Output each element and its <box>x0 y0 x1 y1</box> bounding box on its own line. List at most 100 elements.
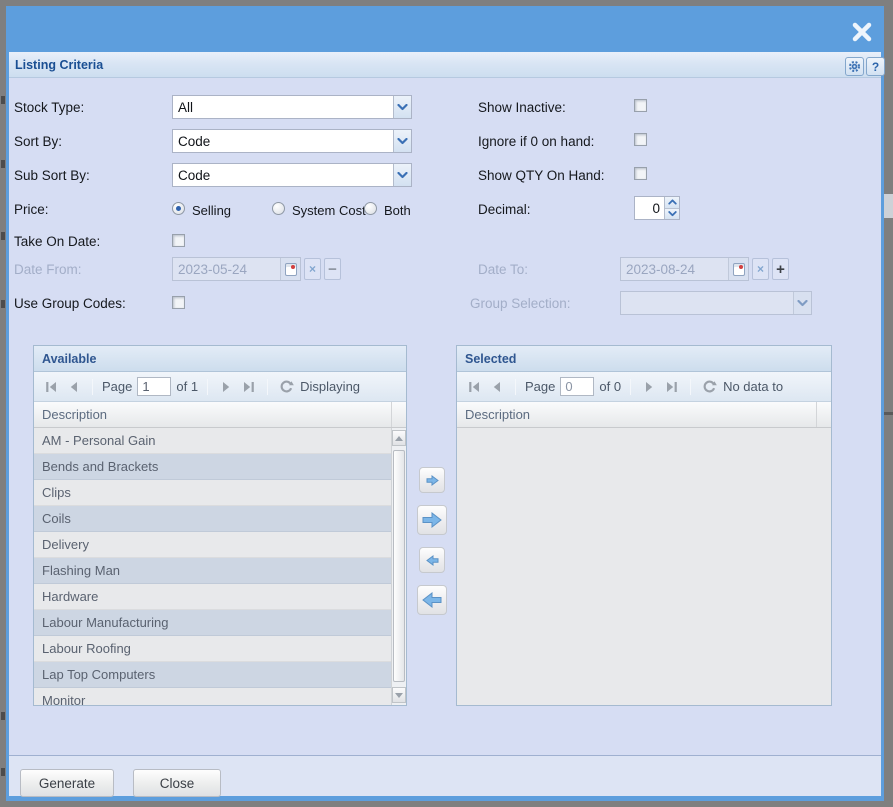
price-radio-both[interactable] <box>364 202 377 215</box>
list-item[interactable]: Hardware <box>34 584 406 610</box>
list-item[interactable]: Lap Top Computers <box>34 662 406 688</box>
page-edge-fragment <box>1 300 5 308</box>
generate-button[interactable]: Generate <box>20 769 114 797</box>
help-icon[interactable]: ? <box>866 57 885 76</box>
close-button[interactable]: Close <box>133 769 221 797</box>
scroll-up-icon[interactable] <box>392 430 406 446</box>
last-page-icon[interactable] <box>240 378 258 396</box>
chevron-down-icon[interactable] <box>393 96 411 118</box>
remove-all-icon[interactable] <box>417 585 447 615</box>
date-from-minus-button[interactable]: − <box>324 258 341 280</box>
toolbar-separator <box>92 379 93 395</box>
list-item[interactable]: Labour Manufacturing <box>34 610 406 636</box>
help-glyph: ? <box>872 60 879 74</box>
spinner-up-icon[interactable] <box>665 197 679 209</box>
chevron-down-icon[interactable] <box>793 292 811 314</box>
chevron-down-icon[interactable] <box>393 164 411 186</box>
selected-paging-toolbar: Page of 0 No data to <box>457 372 831 402</box>
price-radio-system-cost[interactable] <box>272 202 285 215</box>
show-inactive-checkbox[interactable] <box>634 99 647 112</box>
refresh-icon[interactable] <box>277 378 295 396</box>
group-selection-input[interactable] <box>621 292 793 314</box>
ignore-if-zero-checkbox[interactable] <box>634 133 647 146</box>
page-edge-fragment <box>1 712 5 720</box>
scroll-down-icon[interactable] <box>392 687 406 703</box>
list-item[interactable]: AM - Personal Gain <box>34 428 406 454</box>
gear-icon[interactable] <box>845 57 864 76</box>
toolbar-separator <box>630 379 631 395</box>
list-item[interactable]: Delivery <box>34 532 406 558</box>
date-to-field[interactable] <box>620 257 749 281</box>
list-item[interactable]: Labour Roofing <box>34 636 406 662</box>
next-page-icon[interactable] <box>640 378 658 396</box>
next-page-icon[interactable] <box>217 378 235 396</box>
show-qty-checkbox[interactable] <box>634 167 647 180</box>
page-scrollbar-fragment <box>884 194 893 218</box>
sub-sort-by-input[interactable] <box>173 164 393 186</box>
page-label: Page <box>102 379 132 394</box>
date-from-label: Date From: <box>14 262 82 277</box>
minus-glyph: − <box>328 262 337 277</box>
first-page-icon[interactable] <box>42 378 60 396</box>
list-item[interactable]: Clips <box>34 480 406 506</box>
scrollbar-thumb[interactable] <box>393 450 405 682</box>
refresh-icon[interactable] <box>700 378 718 396</box>
price-radio-selling[interactable] <box>172 202 185 215</box>
sort-by-combo[interactable] <box>172 129 412 153</box>
add-selected-icon[interactable] <box>419 467 445 493</box>
date-to-label: Date To: <box>478 262 528 277</box>
plus-glyph: + <box>776 262 785 277</box>
list-item[interactable]: Monitor <box>34 688 406 705</box>
available-grid-body: AM - Personal Gain Bends and Brackets Cl… <box>34 428 406 705</box>
list-item[interactable]: Flashing Man <box>34 558 406 584</box>
toolbar-separator <box>267 379 268 395</box>
prev-page-icon[interactable] <box>488 378 506 396</box>
first-page-icon[interactable] <box>465 378 483 396</box>
price-label: Price: <box>14 202 49 217</box>
date-from-clear-icon[interactable]: × <box>304 258 321 280</box>
page-edge-fragment <box>1 768 5 776</box>
remove-selected-icon[interactable] <box>419 547 445 573</box>
list-item[interactable]: Bends and Brackets <box>34 454 406 480</box>
chevron-down-icon[interactable] <box>393 130 411 152</box>
date-to-clear-icon[interactable]: × <box>752 258 769 280</box>
available-column-header[interactable]: Description <box>34 402 406 428</box>
page-edge-fragment <box>884 412 893 415</box>
ignore-if-zero-label: Ignore if 0 on hand: <box>478 134 594 149</box>
group-selection-combo[interactable] <box>620 291 812 315</box>
calendar-icon[interactable] <box>728 258 748 280</box>
sub-sort-by-label: Sub Sort By: <box>14 168 90 183</box>
sort-by-input[interactable] <box>173 130 393 152</box>
stock-type-input[interactable] <box>173 96 393 118</box>
background-page: Listing Criteria ? Stock Type: Sort By: … <box>0 0 893 807</box>
last-page-icon[interactable] <box>663 378 681 396</box>
date-from-field[interactable] <box>172 257 301 281</box>
take-on-date-checkbox[interactable] <box>172 234 185 247</box>
page-number-input[interactable] <box>137 377 171 396</box>
paging-status: No data to <box>723 379 783 394</box>
prev-page-icon[interactable] <box>65 378 83 396</box>
calendar-icon[interactable] <box>280 258 300 280</box>
date-from-input[interactable] <box>173 258 280 280</box>
close-icon[interactable] <box>849 19 875 45</box>
use-group-codes-checkbox[interactable] <box>172 296 185 309</box>
selected-column-header[interactable]: Description <box>457 402 831 428</box>
selected-grid-body <box>457 428 831 705</box>
page-number-input[interactable] <box>560 377 594 396</box>
decimal-input[interactable] <box>635 197 664 219</box>
column-divider <box>816 402 817 427</box>
show-inactive-label: Show Inactive: <box>478 100 566 115</box>
stock-type-combo[interactable] <box>172 95 412 119</box>
decimal-spinner[interactable] <box>634 196 680 220</box>
clear-glyph: × <box>309 262 316 276</box>
paging-status: Displaying <box>300 379 360 394</box>
spinner-down-icon[interactable] <box>665 209 679 220</box>
price-option-label: Selling <box>192 203 231 218</box>
add-all-icon[interactable] <box>417 505 447 535</box>
date-to-input[interactable] <box>621 258 728 280</box>
vertical-scrollbar[interactable] <box>391 428 406 705</box>
date-to-plus-button[interactable]: + <box>772 258 789 280</box>
price-option-label: Both <box>384 203 411 218</box>
sub-sort-by-combo[interactable] <box>172 163 412 187</box>
list-item[interactable]: Coils <box>34 506 406 532</box>
